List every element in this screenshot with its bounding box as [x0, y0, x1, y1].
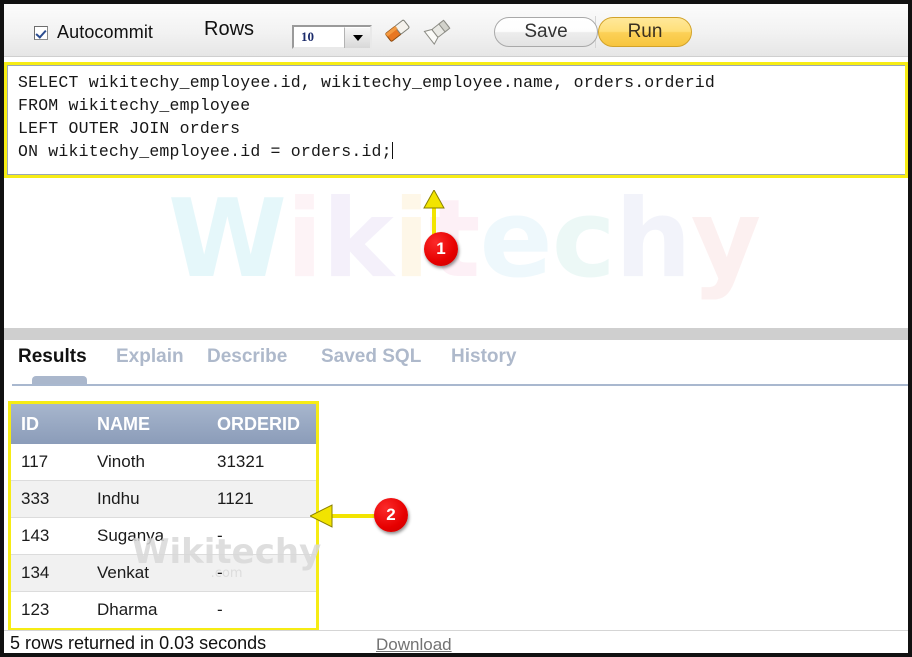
- cell-name: Dharma: [87, 591, 207, 628]
- save-button[interactable]: Save: [494, 17, 598, 47]
- column-header-name[interactable]: NAME: [87, 404, 207, 444]
- autocommit-checkbox[interactable]: Autocommit: [34, 22, 153, 43]
- watermark-letter: e: [479, 177, 553, 302]
- watermark-letter: h: [614, 177, 692, 302]
- cell-id: 143: [11, 517, 87, 555]
- checkbox-icon[interactable]: [34, 25, 48, 40]
- cell-id: 134: [11, 554, 87, 592]
- results-tabs: Results Explain Describe Saved SQL Histo…: [4, 340, 908, 385]
- table-row: 143 Suganya -: [11, 517, 316, 555]
- rows-select-value: 10: [301, 29, 314, 44]
- chevron-down-icon: [352, 34, 363, 41]
- cell-id: 123: [11, 591, 87, 628]
- cell-orderid: 31321: [207, 444, 316, 481]
- cell-name: Venkat: [87, 554, 207, 592]
- callout-badge-2: 2: [374, 498, 408, 532]
- watermark-letter: i: [286, 177, 323, 302]
- sql-query-text[interactable]: SELECT wikitechy_employee.id, wikitechy_…: [8, 66, 905, 163]
- column-header-id[interactable]: ID: [11, 404, 87, 444]
- sql-editor-textarea[interactable]: SELECT wikitechy_employee.id, wikitechy_…: [7, 65, 905, 175]
- table-row: 117 Vinoth 31321: [11, 444, 316, 481]
- cell-orderid: -: [207, 554, 316, 592]
- table-row: 134 Venkat -: [11, 554, 316, 592]
- wikitechy-watermark: Wikitechy: [164, 186, 764, 294]
- column-header-orderid[interactable]: ORDERID: [207, 404, 316, 444]
- tab-history[interactable]: History: [451, 346, 516, 368]
- cell-name: Indhu: [87, 480, 207, 518]
- apex-sql-workshop-screen: Autocommit Rows 10 Save Run SELECT wikit…: [0, 0, 912, 657]
- highlighter-icon[interactable]: [422, 16, 454, 46]
- cell-orderid: -: [207, 591, 316, 628]
- cell-id: 333: [11, 480, 87, 518]
- cell-name: Vinoth: [87, 444, 207, 481]
- autocommit-label: Autocommit: [57, 22, 154, 42]
- watermark-letter: k: [322, 177, 394, 302]
- run-button[interactable]: Run: [598, 17, 692, 47]
- rows-select[interactable]: 10: [292, 25, 372, 49]
- table-row: 333 Indhu 1121: [11, 480, 316, 518]
- tab-saved-sql[interactable]: Saved SQL: [321, 346, 421, 368]
- cell-orderid: -: [207, 517, 316, 555]
- watermark-letter: c: [551, 177, 616, 302]
- sql-editor-highlight-box: SELECT wikitechy_employee.id, wikitechy_…: [4, 62, 908, 178]
- tab-explain[interactable]: Explain: [116, 346, 184, 368]
- tabs-top-strip: [4, 328, 908, 340]
- results-grid: ID NAME ORDERID 117 Vinoth 31321 333 Ind…: [11, 404, 316, 628]
- cell-orderid: 1121: [207, 480, 316, 518]
- callout-arrow-left-icon: [310, 504, 380, 528]
- results-table-highlight-box: ID NAME ORDERID 117 Vinoth 31321 333 Ind…: [8, 401, 319, 631]
- rows-returned-status: 5 rows returned in 0.03 seconds: [10, 633, 267, 653]
- rows-label: Rows: [204, 18, 255, 40]
- watermark-letter: y: [690, 177, 761, 302]
- eraser-icon[interactable]: [381, 16, 413, 46]
- sql-toolbar: Autocommit Rows 10 Save Run: [4, 4, 908, 57]
- cell-name: Suganya: [87, 517, 207, 555]
- rows-select-arrow-button[interactable]: [344, 26, 370, 48]
- tab-results[interactable]: Results: [18, 346, 87, 368]
- download-link[interactable]: Download: [376, 635, 452, 653]
- table-header-row: ID NAME ORDERID: [11, 404, 316, 444]
- callout-badge-1: 1: [424, 232, 458, 266]
- table-row: 123 Dharma -: [11, 591, 316, 628]
- text-cursor: [391, 142, 393, 159]
- tab-describe[interactable]: Describe: [207, 346, 287, 368]
- tabs-divider: [12, 384, 908, 386]
- watermark-letter: W: [167, 177, 287, 302]
- results-footer: 5 rows returned in 0.03 seconds Download: [4, 630, 908, 653]
- cell-id: 117: [11, 444, 87, 481]
